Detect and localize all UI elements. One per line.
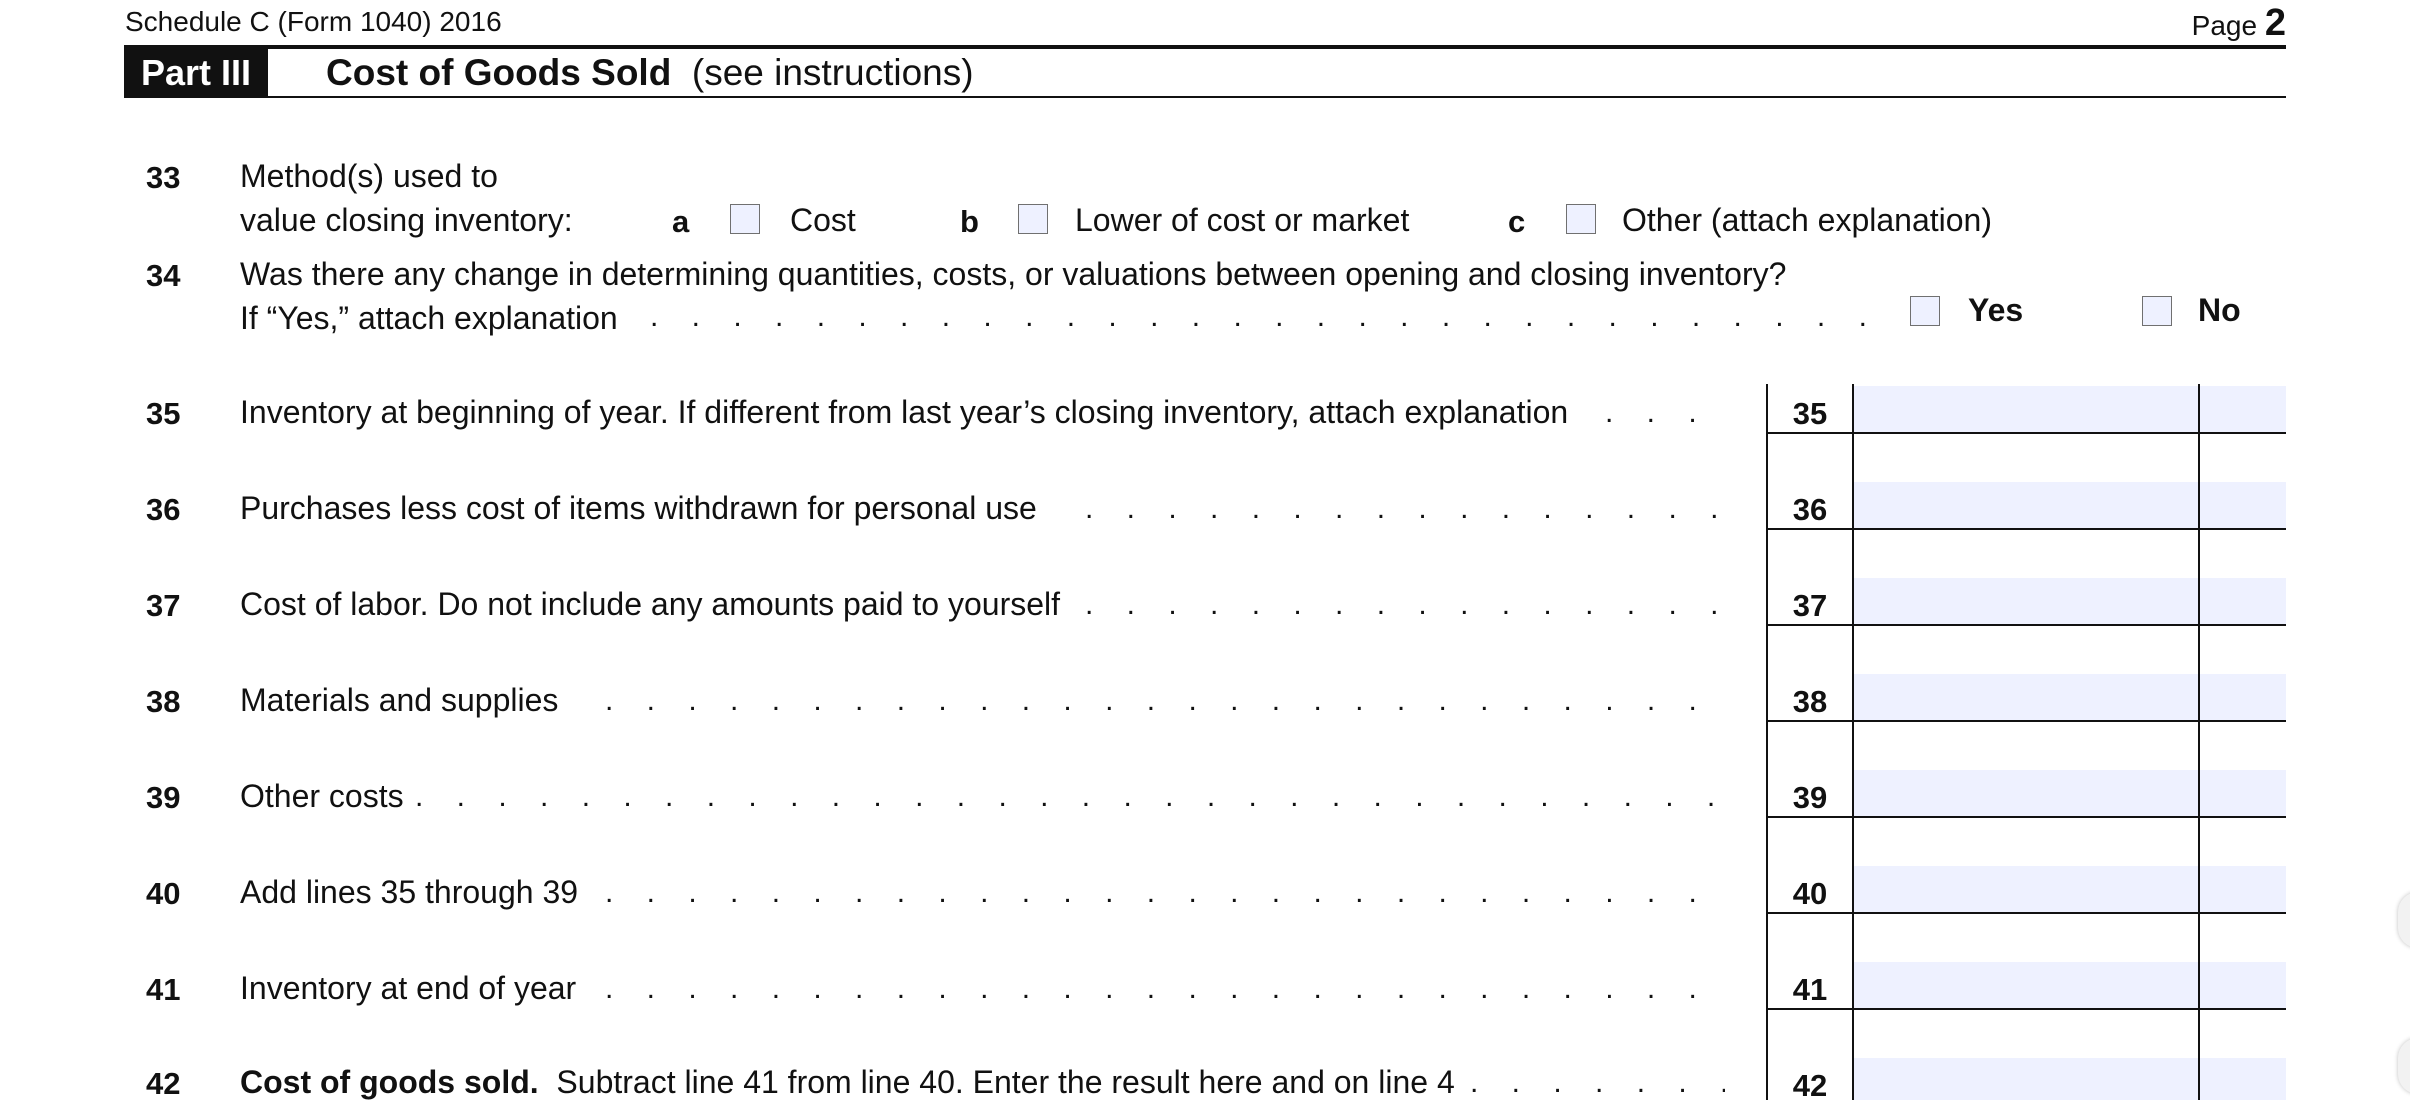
leader-dots (1085, 492, 1725, 526)
line-number-38: 38 (146, 684, 181, 719)
part-label: Part III (124, 49, 268, 96)
amount-field-36[interactable] (1854, 482, 2198, 528)
lower-of-cost-checkbox[interactable] (1018, 204, 1048, 234)
cents-field-42[interactable] (2200, 1058, 2286, 1100)
option-b-letter: b (960, 204, 979, 239)
amount-field-41[interactable] (1854, 962, 2198, 1008)
leader-dots (415, 780, 1725, 814)
row-divider (1766, 528, 2286, 530)
other-method-label: Other (attach explanation) (1622, 202, 1992, 238)
cents-field-38[interactable] (2200, 674, 2286, 720)
line-number-36: 36 (146, 492, 181, 527)
line-39-text: Other costs (240, 778, 404, 814)
cents-field-41[interactable] (2200, 962, 2286, 1008)
row-divider (1766, 432, 2286, 434)
line-33-text-2: value closing inventory: (240, 202, 573, 238)
line-number-34: 34 (146, 258, 181, 293)
line-number-42: 42 (146, 1066, 181, 1100)
cents-field-40[interactable] (2200, 866, 2286, 912)
line-42-bold-lead: Cost of goods sold. (240, 1064, 539, 1100)
amount-field-38[interactable] (1854, 674, 2198, 720)
box-number-37: 37 (1792, 588, 1828, 623)
box-number-40: 40 (1792, 876, 1828, 911)
line-34-text-1: Was there any change in determining quan… (240, 256, 1787, 292)
row-divider (1766, 624, 2286, 626)
line-42-rest: Subtract line 41 from line 40. Enter the… (556, 1064, 1455, 1100)
leader-dots (605, 876, 1725, 910)
yes-label: Yes (1968, 292, 2024, 328)
line-number-41: 41 (146, 972, 181, 1007)
row-divider (1766, 1008, 2286, 1010)
leader-dots (1605, 396, 1725, 430)
leader-dots (605, 972, 1725, 1006)
option-a-letter: a (672, 204, 690, 239)
line-37-text: Cost of labor. Do not include any amount… (240, 586, 1061, 622)
line-35-text: Inventory at beginning of year. If diffe… (240, 394, 1569, 430)
line-40-text: Add lines 35 through 39 (240, 874, 579, 910)
lower-of-cost-label: Lower of cost or market (1075, 202, 1410, 238)
box-number-36: 36 (1792, 492, 1828, 527)
line-number-39: 39 (146, 780, 181, 815)
header-rule (124, 45, 2286, 49)
line-33-text-1: Method(s) used to (240, 158, 498, 194)
cost-label: Cost (790, 202, 856, 238)
other-method-checkbox[interactable] (1566, 204, 1596, 234)
amount-field-37[interactable] (1854, 578, 2198, 624)
cents-field-35[interactable] (2200, 386, 2286, 432)
cents-field-36[interactable] (2200, 482, 2286, 528)
part-title-bold: Cost of Goods Sold (326, 52, 672, 93)
line-38-text: Materials and supplies (240, 682, 559, 718)
part-title: Cost of Goods Sold (see instructions) (326, 50, 974, 96)
box-number-38: 38 (1792, 684, 1828, 719)
scroll-handle[interactable] (2398, 1038, 2410, 1094)
form-page: Schedule C (Form 1040) 2016 Page 2 Part … (0, 0, 2410, 1100)
line-42-text: Cost of goods sold. Subtract line 41 fro… (240, 1064, 1455, 1100)
scroll-handle[interactable] (2398, 892, 2410, 948)
change-yes-checkbox[interactable] (1910, 296, 1940, 326)
box-number-42: 42 (1792, 1068, 1828, 1100)
amount-field-39[interactable] (1854, 770, 2198, 816)
amount-field-42[interactable] (1854, 1058, 2198, 1100)
change-no-checkbox[interactable] (2142, 296, 2172, 326)
line-number-33: 33 (146, 160, 181, 195)
line-36-text: Purchases less cost of items withdrawn f… (240, 490, 1037, 526)
row-divider (1766, 720, 2286, 722)
leader-dots (650, 300, 1872, 334)
page-word: Page (2191, 10, 2258, 41)
option-c-letter: c (1508, 204, 1526, 239)
cost-checkbox[interactable] (730, 204, 760, 234)
amount-field-40[interactable] (1854, 866, 2198, 912)
line-number-40: 40 (146, 876, 181, 911)
box-number-39: 39 (1792, 780, 1828, 815)
row-divider (1766, 816, 2286, 818)
leader-dots (1470, 1066, 1725, 1100)
row-divider (1766, 912, 2286, 914)
line-number-35: 35 (146, 396, 181, 431)
box-number-35: 35 (1792, 396, 1828, 431)
leader-dots (1085, 588, 1725, 622)
line-41-text: Inventory at end of year (240, 970, 577, 1006)
box-number-41: 41 (1792, 972, 1828, 1007)
leader-dots (605, 684, 1725, 718)
no-label: No (2198, 292, 2241, 328)
form-identifier: Schedule C (Form 1040) 2016 (125, 6, 502, 37)
cents-field-39[interactable] (2200, 770, 2286, 816)
line-34-text-2: If “Yes,” attach explanation (240, 300, 618, 336)
page-label: Page 2 (2192, 2, 2286, 45)
amount-field-35[interactable] (1854, 386, 2198, 432)
cents-field-37[interactable] (2200, 578, 2286, 624)
part-rule (124, 96, 2286, 98)
line-number-37: 37 (146, 588, 181, 623)
part-subtitle: (see instructions) (691, 52, 974, 93)
page-number: 2 (2264, 2, 2286, 44)
